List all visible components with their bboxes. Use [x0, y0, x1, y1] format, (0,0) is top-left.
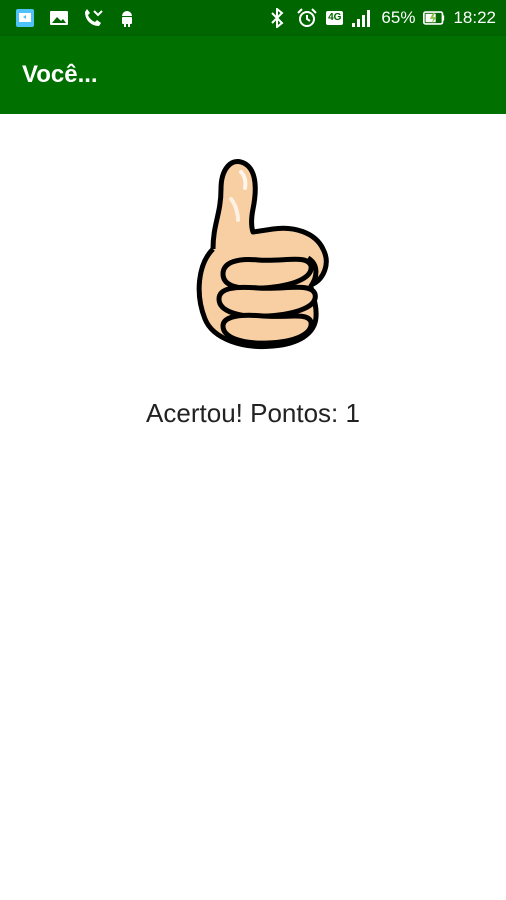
battery-percent: 65%: [381, 8, 416, 27]
notification-icons: [14, 7, 138, 29]
status-time: 18:22: [453, 8, 496, 27]
thumbs-up-icon: [196, 159, 329, 350]
main-content: Acertou! Pontos: 1: [0, 114, 506, 900]
page-title: Você...: [22, 61, 98, 88]
missed-call-icon: [82, 7, 104, 29]
battery-charging-icon: [423, 7, 445, 29]
screen-share-icon: [14, 7, 36, 29]
system-icons: 4G 65% 18:22: [266, 7, 496, 29]
result-message: Acertou! Pontos: 1: [146, 398, 360, 428]
bluetooth-icon: [266, 7, 288, 29]
alarm-icon: [296, 7, 318, 29]
network-4g-icon: 4G: [326, 11, 344, 25]
gallery-icon: [48, 7, 70, 29]
status-bar: 4G 65% 18:22: [0, 0, 506, 36]
signal-icon: [351, 7, 373, 29]
android-debug-icon: [116, 7, 138, 29]
app-bar: Você...: [0, 36, 506, 114]
